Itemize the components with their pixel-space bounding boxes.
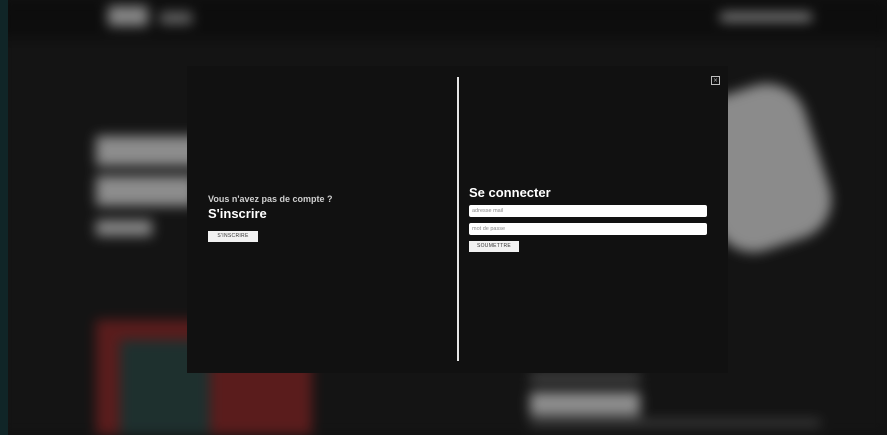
panel-divider bbox=[457, 77, 459, 361]
auth-modal: × Vous n'avez pas de compte ? S'inscrire… bbox=[187, 66, 728, 373]
signup-panel: Vous n'avez pas de compte ? S'inscrire bbox=[208, 194, 438, 221]
login-title: Se connecter bbox=[469, 185, 551, 200]
signup-prompt: Vous n'avez pas de compte ? bbox=[208, 194, 333, 204]
signup-title: S'inscrire bbox=[208, 206, 267, 221]
login-panel: Se connecter bbox=[469, 185, 707, 200]
password-field[interactable] bbox=[469, 223, 707, 235]
close-icon[interactable]: × bbox=[711, 76, 720, 85]
submit-button[interactable]: SOUMETTRE bbox=[469, 241, 519, 252]
email-field[interactable] bbox=[469, 205, 707, 217]
signup-button[interactable]: S'INSCRIRE bbox=[208, 231, 258, 242]
